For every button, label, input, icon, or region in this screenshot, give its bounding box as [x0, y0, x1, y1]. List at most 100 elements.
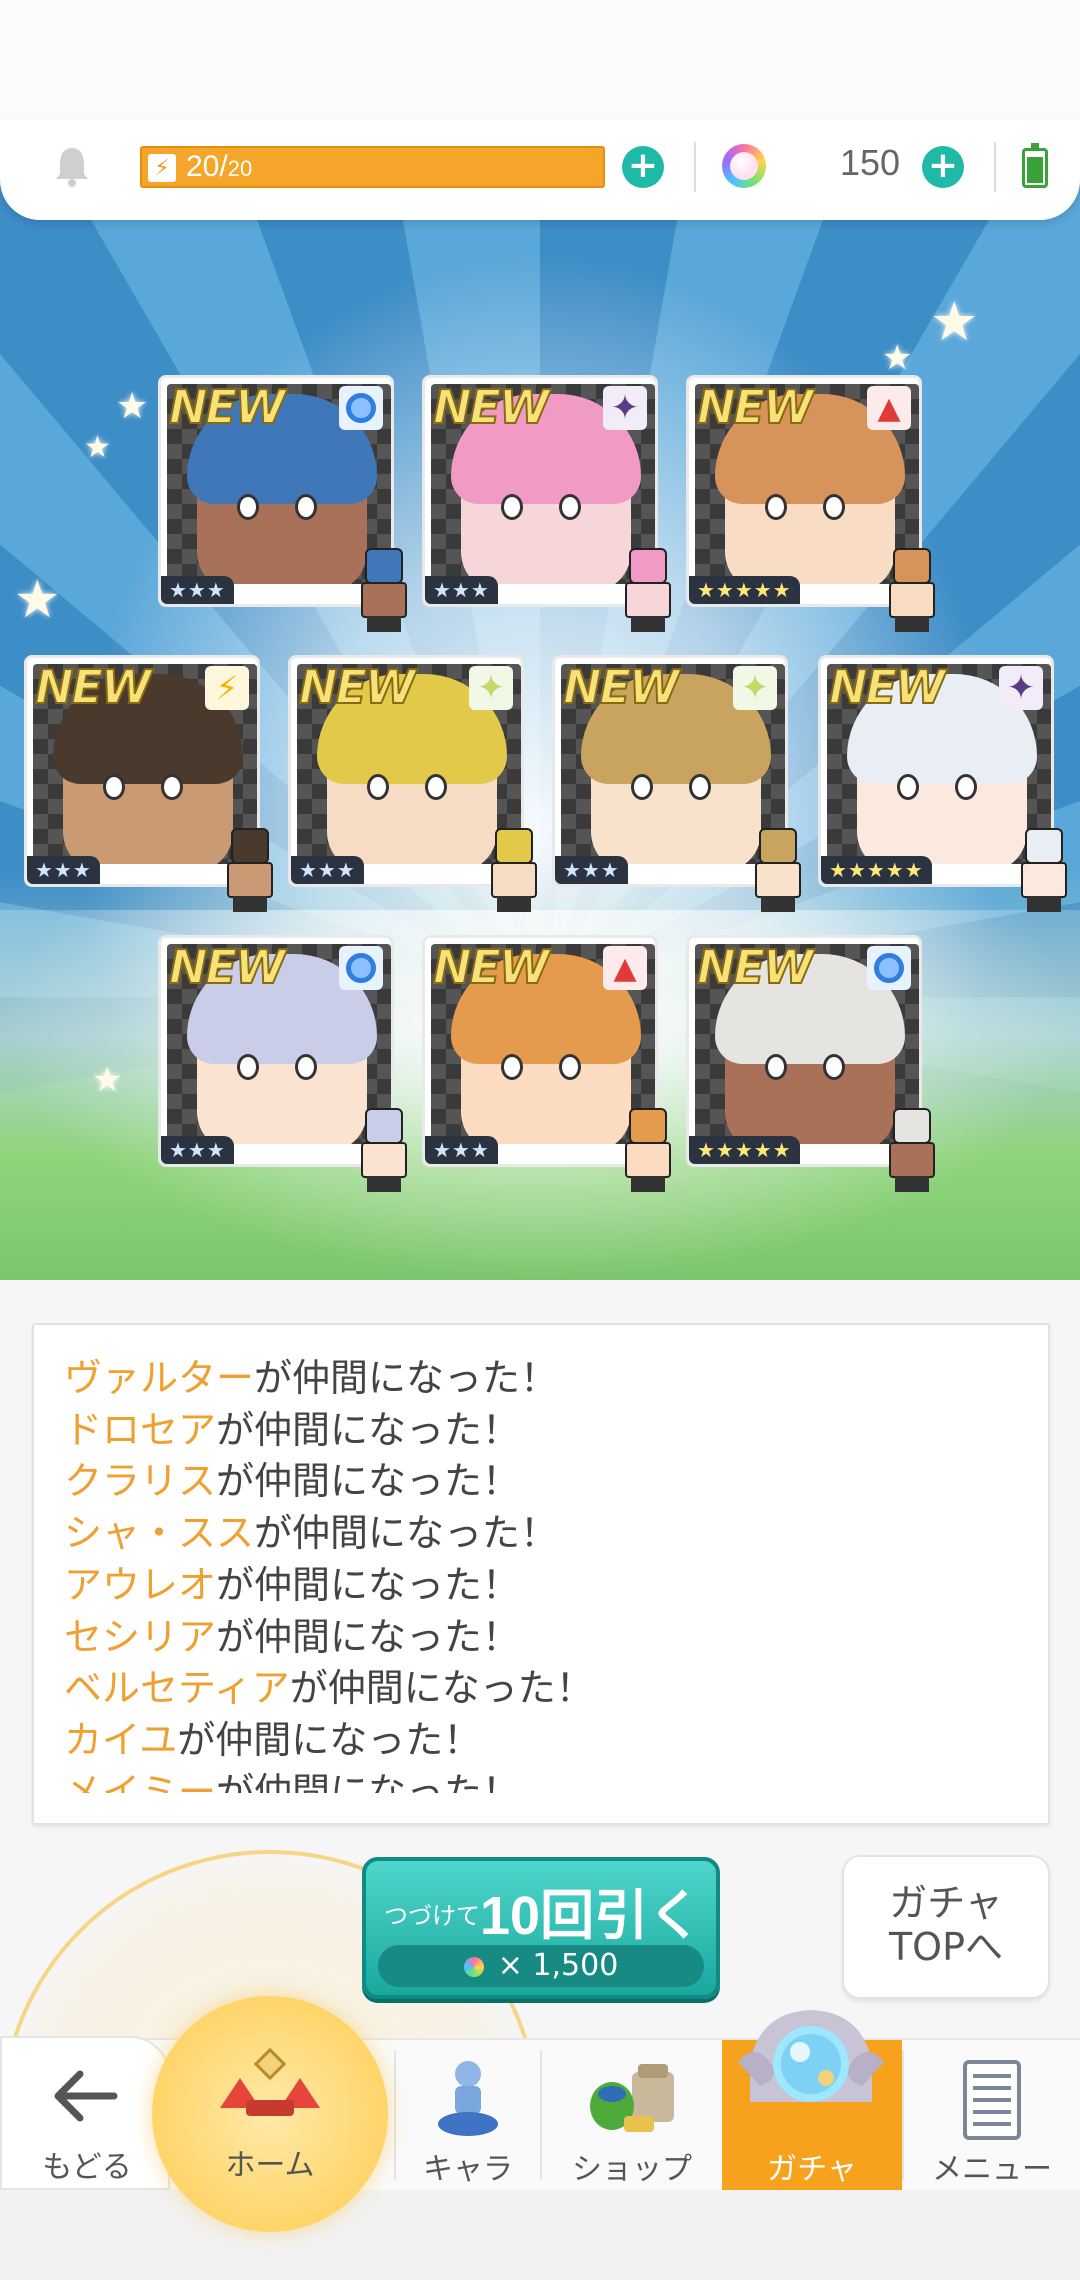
rarity-stars: ★★★★★ [689, 576, 800, 604]
character-name: メイミー [64, 1769, 217, 1793]
nav-chara-label: キャラ [423, 2152, 513, 2187]
character-name: ベルセティア [64, 1666, 290, 1711]
attribute-blue-icon [339, 386, 383, 430]
gacha-orb-icon [738, 2010, 884, 2102]
sparkle-star-icon: ★ [116, 386, 149, 427]
attribute-green-icon: ✦ [733, 666, 777, 710]
character-card[interactable]: NEW ✦ ★★★ [552, 655, 801, 912]
nav-bottom-spacer [0, 2190, 1080, 2280]
attribute-red-icon: ▲ [603, 946, 647, 990]
gem-orb-icon [722, 144, 766, 188]
stamina-value: 20/20 [186, 150, 253, 183]
top-status-bar: ⚡ 20/20 + 150 + [0, 120, 1080, 220]
back-button[interactable]: もどる [0, 2036, 170, 2190]
rarity-stars: ★★★ [425, 1136, 498, 1164]
log-suffix: が仲間になった！ [177, 1717, 482, 1762]
new-badge: NEW [828, 659, 947, 715]
character-card[interactable]: NEW ▲ ★★★ [422, 935, 671, 1192]
rarity-stars: ★★★ [161, 1136, 234, 1164]
log-suffix: が仲間になった！ [216, 1407, 521, 1452]
rarity-stars: ★★★ [161, 576, 234, 604]
rarity-stars: ★★★ [555, 856, 628, 884]
pull-10-again-button[interactable]: つづけて10回引く × 1,500 [362, 1857, 720, 1999]
attribute-yellow-icon: ⚡ [205, 666, 249, 710]
rarity-stars: ★★★ [27, 856, 100, 884]
character-name: クラリス [64, 1459, 217, 1504]
new-badge: NEW [298, 659, 417, 715]
gem-orb-icon [463, 1957, 484, 1977]
rarity-stars: ★★★★★ [821, 856, 932, 884]
character-card[interactable]: NEW ✦ ★★★ [422, 375, 671, 632]
log-entry: ヴァルターが仲間になった！ [64, 1353, 1024, 1405]
recruit-log[interactable]: ヴァルターが仲間になった！ ドロセアが仲間になった！ クラリスが仲間になった！ シャ・… [32, 1323, 1050, 1825]
add-gems-button[interactable]: + [922, 146, 964, 188]
character-sprite [481, 828, 547, 914]
new-badge: NEW [432, 379, 551, 435]
pull-button-label: つづけて10回引く [384, 1886, 703, 1946]
character-card[interactable]: NEW ⚡ ★★★ [24, 655, 273, 912]
gacha-top-line2: TOPへ [888, 1925, 1004, 1969]
character-sprite [217, 828, 283, 914]
menu-list-icon [963, 2060, 1021, 2140]
log-entry: カイユが仲間になった！ [64, 1715, 1024, 1767]
new-badge: NEW [562, 659, 681, 715]
character-sprite [615, 548, 681, 634]
character-name: ドロセア [64, 1407, 217, 1452]
sparkle-star-icon: ★ [14, 570, 61, 630]
log-entry: アウレオが仲間になった！ [64, 1560, 1024, 1612]
new-badge: NEW [696, 379, 815, 435]
log-entry: ドロセアが仲間になった！ [64, 1405, 1024, 1457]
log-suffix: が仲間になった！ [289, 1666, 594, 1711]
nav-gacha-label: ガチャ [767, 2152, 857, 2187]
rarity-stars: ★★★★★ [689, 1136, 800, 1164]
character-card[interactable]: NEW ★★★ [158, 935, 407, 1192]
attribute-purple-icon: ✦ [999, 666, 1043, 710]
nav-shop[interactable]: ショップ [542, 2040, 722, 2192]
shop-bag-icon [590, 2064, 674, 2132]
character-statue-icon [438, 2061, 498, 2136]
new-badge: NEW [432, 939, 551, 995]
recruit-log-list: ヴァルターが仲間になった！ ドロセアが仲間になった！ クラリスが仲間になった！ シャ・… [64, 1353, 1024, 1793]
bell-icon[interactable] [52, 144, 92, 188]
character-sprite [1011, 828, 1077, 914]
character-card[interactable]: NEW ▲ ★★★★★ [686, 375, 935, 632]
log-entry: メイミーが仲間になった！ [64, 1767, 1024, 1793]
arrow-left-icon [54, 2070, 118, 2122]
divider [694, 142, 696, 192]
back-label: もどる [42, 2150, 132, 2185]
character-name: カイユ [64, 1717, 178, 1762]
character-name: シャ・スス [64, 1511, 255, 1556]
character-card[interactable]: NEW ★★★★★ [686, 935, 935, 1192]
divider [994, 142, 996, 192]
log-suffix: が仲間になった！ [216, 1459, 521, 1504]
character-name: アウレオ [64, 1562, 217, 1607]
battery-icon [1022, 143, 1048, 188]
character-sprite [745, 828, 811, 914]
log-entry: シャ・ススが仲間になった！ [64, 1508, 1024, 1560]
stamina-gauge: ⚡ 20/20 [140, 146, 605, 188]
character-sprite [351, 1108, 417, 1194]
new-badge: NEW [696, 939, 815, 995]
gacha-result-stage: ★ ★ ★ ★ ★ ★ NEW ★★★ NEW ✦ ★★★ NEW ▲ ★★★★★ NEW ⚡ ★★… [0, 150, 1080, 1280]
nav-chara[interactable]: キャラ [396, 2040, 540, 2192]
log-entry: ベルセティアが仲間になった！ [64, 1663, 1024, 1715]
home-icon [220, 2048, 320, 2116]
character-card[interactable]: NEW ✦ ★★★★★ [818, 655, 1067, 912]
add-stamina-button[interactable]: + [622, 146, 664, 188]
new-badge: NEW [168, 379, 287, 435]
log-suffix: が仲間になった！ [216, 1562, 521, 1607]
rarity-stars: ★★★ [425, 576, 498, 604]
character-sprite [879, 548, 945, 634]
gacha-top-button[interactable]: ガチャ TOPへ [842, 1855, 1050, 1999]
sparkle-star-icon: ★ [84, 430, 111, 465]
character-name: ヴァルター [64, 1356, 255, 1400]
nav-home[interactable]: ホーム [152, 1996, 388, 2232]
character-card[interactable]: NEW ★★★ [158, 375, 407, 632]
nav-menu[interactable]: メニュー [904, 2040, 1080, 2192]
attribute-blue-icon [867, 946, 911, 990]
character-card[interactable]: NEW ✦ ★★★ [288, 655, 537, 912]
character-sprite [879, 1108, 945, 1194]
sparkle-star-icon: ★ [930, 290, 979, 353]
character-name: セシリア [64, 1614, 217, 1659]
log-entry: セシリアが仲間になった！ [64, 1612, 1024, 1664]
